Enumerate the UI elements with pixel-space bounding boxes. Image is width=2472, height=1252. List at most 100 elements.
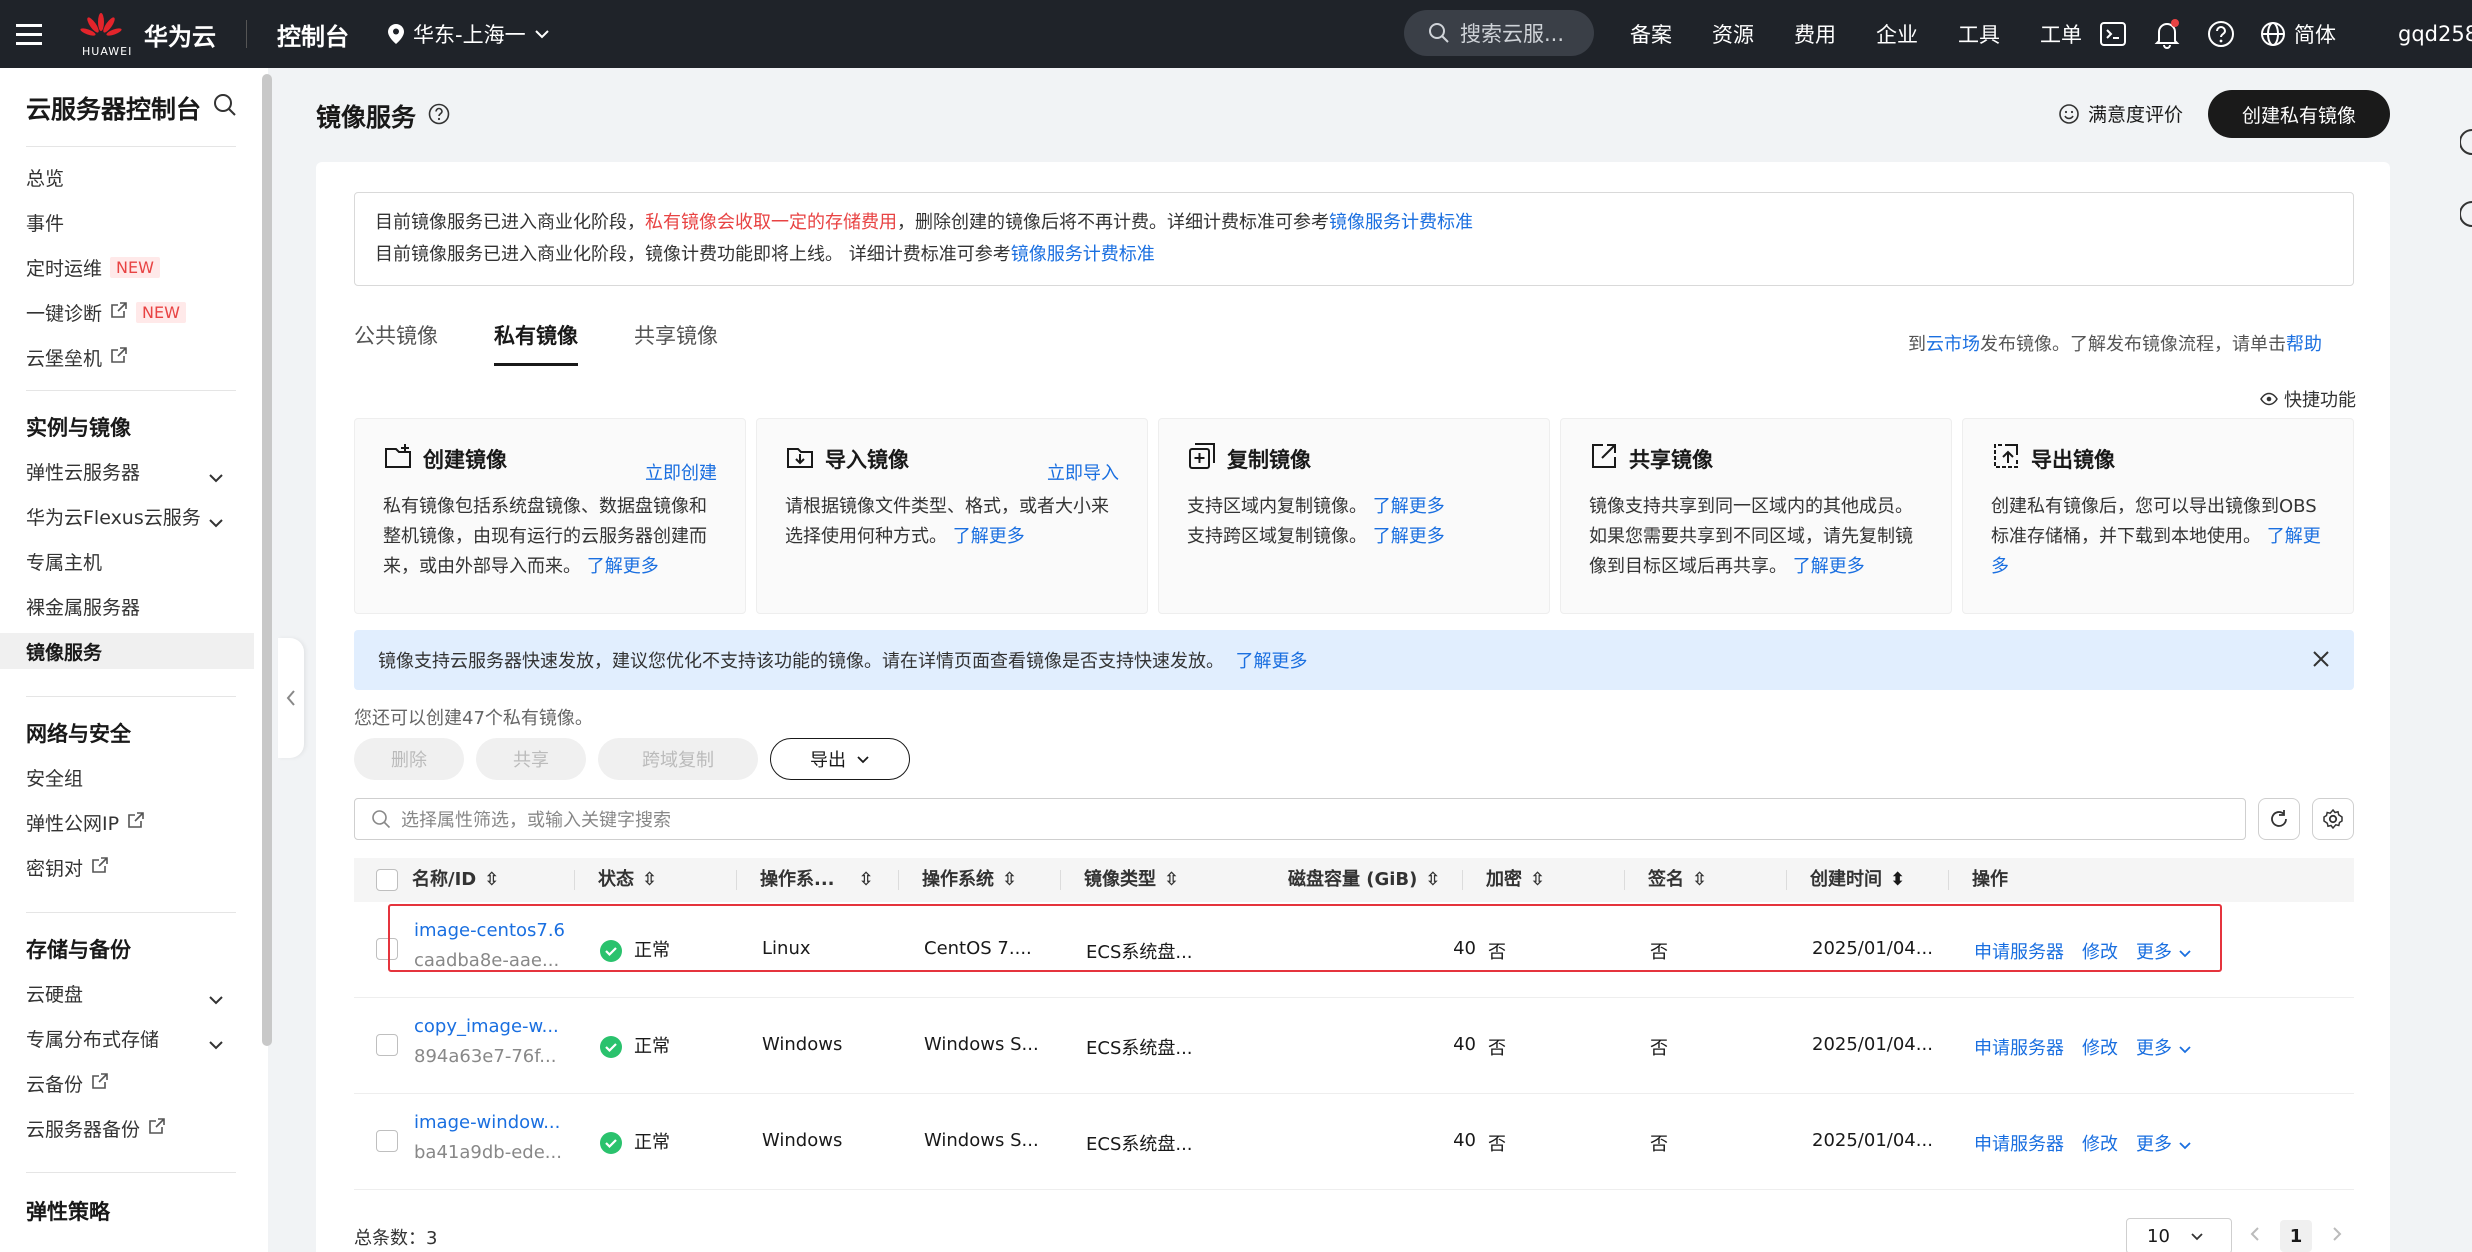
import-now-link[interactable]: 立即导入 bbox=[1047, 459, 1119, 485]
sidebar-item-dss[interactable]: 专属分布式存储 bbox=[26, 1023, 159, 1053]
column-header-created[interactable]: 创建时间 ⬍ bbox=[1810, 858, 1905, 902]
bell-icon[interactable] bbox=[2152, 19, 2182, 49]
nav-beian[interactable]: 备案 bbox=[1630, 19, 1672, 49]
sidebar-item-server-backup[interactable]: 云服务器备份 bbox=[26, 1113, 166, 1143]
sidebar-item-flexus[interactable]: 华为云Flexus云服务 bbox=[26, 501, 201, 531]
more-dropdown[interactable]: 更多 bbox=[2136, 938, 2192, 964]
help-icon[interactable] bbox=[2206, 19, 2236, 49]
tab-shared-images[interactable]: 共享镜像 bbox=[634, 320, 718, 366]
sidebar-scrollbar[interactable] bbox=[262, 74, 272, 1046]
column-header-os-type[interactable]: 操作系... ⇳ bbox=[760, 858, 874, 902]
sidebar-item-dedicated-host[interactable]: 专属主机 bbox=[26, 546, 102, 576]
column-header-encrypted[interactable]: 加密 ⇳ bbox=[1486, 858, 1545, 902]
menu-icon[interactable] bbox=[0, 0, 58, 68]
next-page-icon[interactable] bbox=[2332, 1226, 2342, 1247]
column-header-os[interactable]: 操作系统 ⇳ bbox=[922, 858, 1017, 902]
sidebar-search-icon[interactable] bbox=[212, 92, 238, 123]
chevron-down-icon[interactable] bbox=[208, 466, 224, 488]
more-dropdown[interactable]: 更多 bbox=[2136, 1034, 2192, 1060]
image-name-link[interactable]: image-centos7.6 bbox=[414, 920, 565, 941]
select-all-checkbox[interactable] bbox=[376, 869, 398, 891]
page-size-select[interactable]: 10 bbox=[2126, 1218, 2232, 1252]
external-link-icon bbox=[110, 346, 128, 369]
tab-public-images[interactable]: 公共镜像 bbox=[354, 320, 438, 366]
sidebar-item-events[interactable]: 事件 bbox=[26, 207, 64, 237]
learn-more-link[interactable]: 了解更多 bbox=[953, 526, 1025, 547]
billing-standard-link[interactable]: 镜像服务计费标准 bbox=[1329, 212, 1473, 233]
sidebar-item-security-group[interactable]: 安全组 bbox=[26, 762, 83, 792]
nav-resources[interactable]: 资源 bbox=[1712, 19, 1754, 49]
apply-server-link[interactable]: 申请服务器 bbox=[1974, 938, 2064, 964]
apply-server-link[interactable]: 申请服务器 bbox=[1974, 1130, 2064, 1156]
filter-search-input[interactable]: 选择属性筛选，或输入关键字搜索 bbox=[354, 798, 2246, 840]
create-now-link[interactable]: 立即创建 bbox=[645, 459, 717, 485]
image-name-link[interactable]: image-window... bbox=[414, 1112, 560, 1133]
console-link[interactable]: 控制台 bbox=[277, 17, 349, 52]
sidebar-item-keypair[interactable]: 密钥对 bbox=[26, 852, 109, 882]
sidebar-item-eip[interactable]: 弹性公网IP bbox=[26, 807, 145, 837]
floating-service-icon[interactable] bbox=[2459, 200, 2472, 233]
column-header-status[interactable]: 状态 ⇳ bbox=[598, 858, 657, 902]
create-private-image-button[interactable]: 创建私有镜像 bbox=[2208, 90, 2390, 138]
learn-more-link[interactable]: 了解更多 bbox=[1373, 496, 1445, 517]
sidebar-item-scheduled-ops[interactable]: 定时运维 NEW bbox=[26, 252, 160, 282]
satisfaction-link[interactable]: 满意度评价 bbox=[2058, 100, 2183, 127]
tab-private-images[interactable]: 私有镜像 bbox=[494, 320, 578, 366]
column-header-name[interactable]: 名称/ID ⇳ bbox=[412, 858, 499, 902]
more-dropdown[interactable]: 更多 bbox=[2136, 1130, 2192, 1156]
sidebar-collapse-handle[interactable] bbox=[278, 638, 304, 758]
sidebar-item-overview[interactable]: 总览 bbox=[26, 162, 64, 192]
nav-enterprise[interactable]: 企业 bbox=[1876, 19, 1918, 49]
prev-page-icon[interactable] bbox=[2250, 1226, 2260, 1247]
help-icon[interactable] bbox=[428, 102, 450, 131]
help-link[interactable]: 帮助 bbox=[2286, 334, 2322, 355]
row-checkbox[interactable] bbox=[376, 1034, 398, 1056]
nav-tools[interactable]: 工具 bbox=[1958, 19, 2000, 49]
marketplace-link[interactable]: 云市场 bbox=[1926, 334, 1980, 355]
user-account[interactable]: gqd258 bbox=[2398, 0, 2472, 68]
quick-features-toggle[interactable]: 快捷功能 bbox=[2260, 386, 2356, 412]
column-header-signed[interactable]: 签名 ⇳ bbox=[1648, 858, 1707, 902]
column-header-image-type[interactable]: 镜像类型 ⇳ bbox=[1084, 858, 1179, 902]
floating-help-icon[interactable] bbox=[2459, 128, 2472, 161]
sidebar-item-bare-metal[interactable]: 裸金属服务器 bbox=[26, 591, 140, 621]
image-name-link[interactable]: copy_image-w... bbox=[414, 1016, 559, 1037]
chevron-down-icon[interactable] bbox=[208, 988, 224, 1010]
learn-more-link[interactable]: 了解更多 bbox=[587, 556, 659, 577]
billing-standard-link[interactable]: 镜像服务计费标准 bbox=[1011, 244, 1155, 265]
refresh-button[interactable] bbox=[2258, 798, 2300, 840]
learn-more-link[interactable]: 了解更多 bbox=[1793, 556, 1865, 577]
sidebar-item-image-service[interactable]: 镜像服务 bbox=[0, 633, 254, 669]
divider bbox=[1786, 870, 1787, 890]
close-icon[interactable] bbox=[2310, 648, 2332, 675]
sidebar-item-diagnosis[interactable]: 一键诊断 NEW bbox=[26, 297, 186, 327]
row-checkbox[interactable] bbox=[376, 938, 398, 960]
share-button[interactable]: 共享 bbox=[476, 738, 586, 780]
chevron-down-icon[interactable] bbox=[208, 1033, 224, 1055]
region-selector[interactable]: 华东-上海一 bbox=[387, 19, 550, 49]
page-number[interactable]: 1 bbox=[2280, 1220, 2312, 1252]
huawei-logo[interactable]: HUAWEI 华为云 bbox=[80, 13, 216, 58]
nav-tickets[interactable]: 工单 bbox=[2040, 19, 2082, 49]
chevron-down-icon[interactable] bbox=[208, 511, 224, 533]
modify-link[interactable]: 修改 bbox=[2082, 1034, 2118, 1060]
sidebar-item-bastion[interactable]: 云堡垒机 bbox=[26, 342, 128, 372]
global-search-input[interactable]: 搜索云服... bbox=[1404, 10, 1594, 56]
sidebar-item-ecs[interactable]: 弹性云服务器 bbox=[26, 456, 140, 486]
sidebar-item-cbr[interactable]: 云备份 bbox=[26, 1068, 109, 1098]
modify-link[interactable]: 修改 bbox=[2082, 1130, 2118, 1156]
learn-more-link[interactable]: 了解更多 bbox=[1373, 526, 1445, 547]
delete-button[interactable]: 删除 bbox=[354, 738, 464, 780]
cross-region-copy-button[interactable]: 跨域复制 bbox=[598, 738, 758, 780]
nav-billing[interactable]: 费用 bbox=[1794, 19, 1836, 49]
cloud-shell-icon[interactable] bbox=[2098, 19, 2128, 49]
sidebar-item-evs[interactable]: 云硬盘 bbox=[26, 978, 83, 1008]
column-header-disk[interactable]: 磁盘容量 (GiB) ⇳ bbox=[1288, 858, 1440, 902]
apply-server-link[interactable]: 申请服务器 bbox=[1974, 1034, 2064, 1060]
learn-more-link[interactable]: 了解更多 bbox=[1235, 647, 1307, 673]
row-checkbox[interactable] bbox=[376, 1130, 398, 1152]
language-selector[interactable]: 简体 bbox=[2260, 19, 2336, 49]
settings-button[interactable] bbox=[2312, 798, 2354, 840]
export-button[interactable]: 导出 bbox=[770, 738, 910, 780]
modify-link[interactable]: 修改 bbox=[2082, 938, 2118, 964]
